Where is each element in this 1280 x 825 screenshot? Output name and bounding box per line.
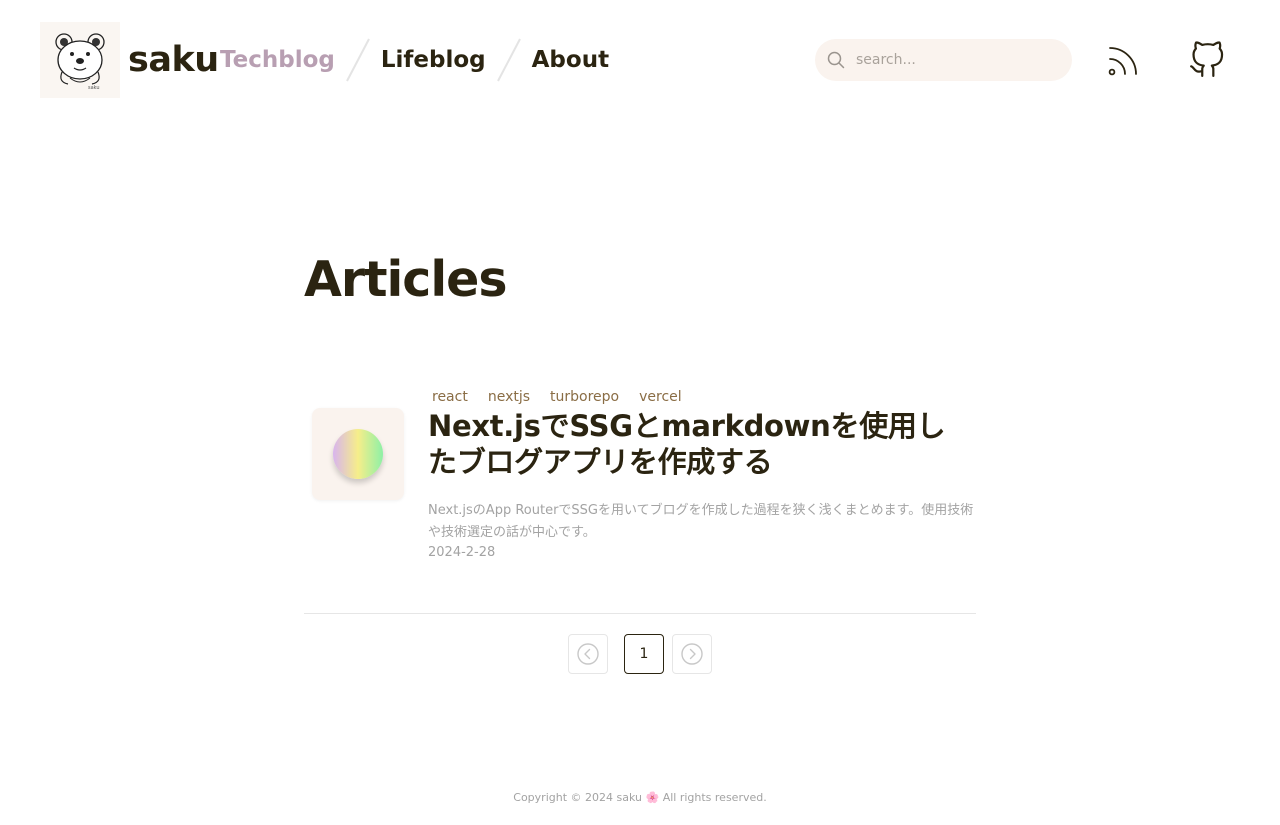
rss-link[interactable] [1106,42,1142,78]
chevron-right-icon [681,643,703,665]
tag-nextjs[interactable]: nextjs [484,387,534,407]
site-footer: Copyright © 2024 saku 🌸 All rights reser… [0,788,1280,808]
nav-techblog[interactable]: Techblog [220,36,335,84]
article-tags: react nextjs turborepo vercel [428,387,698,407]
rights-text: All rights reserved. [662,791,767,804]
article-date: 2024-2-28 [428,545,496,560]
tag-react[interactable]: react [428,387,472,407]
rss-icon [1108,47,1137,76]
article-card[interactable]: react nextjs turborepo vercel Next.jsでSS… [304,384,976,574]
svg-text:saku: saku [88,85,100,91]
search-icon [827,51,845,69]
next-page-button[interactable] [672,634,712,674]
article-title[interactable]: Next.jsでSSGとmarkdownを使用したブログアプリを作成する [428,408,973,480]
nav-divider [486,36,532,84]
page-number-button[interactable]: 1 [624,634,664,674]
article-thumbnail [312,408,404,500]
copyright-text: Copyright © 2024 saku [513,791,642,804]
nav-divider [335,36,381,84]
tag-turborepo[interactable]: turborepo [546,387,623,407]
article-description: Next.jsのApp RouterでSSGを用いてブログを作成した過程を狭く浅… [428,503,974,540]
nav-lifeblog[interactable]: Lifeblog [381,36,486,84]
github-link[interactable] [1188,40,1226,80]
page-title: Articles [304,251,508,308]
site-header: saku saku Techblog Lifeblog About [0,0,1280,120]
cherry-blossom-icon: 🌸 [645,791,660,804]
site-name[interactable]: saku [128,36,219,84]
bear-logo-icon: saku [55,33,105,91]
divider [304,613,976,614]
gradient-orb-icon [333,429,383,479]
bear-logo[interactable]: saku [40,22,120,98]
tag-vercel[interactable]: vercel [635,387,686,407]
prev-page-button[interactable] [568,634,608,674]
search-input[interactable] [854,51,1054,69]
search-box [815,39,1072,81]
github-icon [1190,41,1224,77]
chevron-left-icon [577,643,599,665]
nav-about[interactable]: About [532,36,609,84]
main-nav: Techblog Lifeblog About [220,36,609,84]
